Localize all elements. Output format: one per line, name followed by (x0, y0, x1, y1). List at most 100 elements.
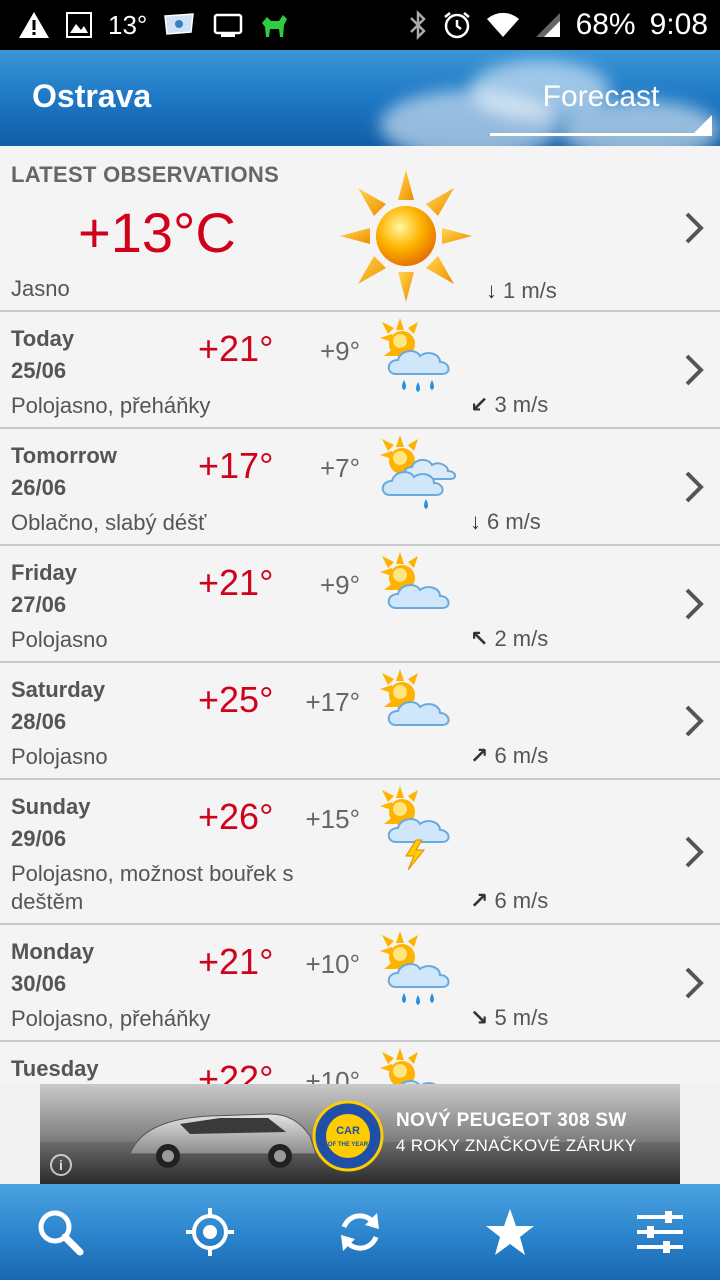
forecast-row-today[interactable]: Today 25/06 Polojasno, přeháňky +21° +9°… (0, 312, 720, 429)
day-condition: Polojasno, přeháňky (11, 393, 211, 418)
bluetooth-icon (408, 10, 428, 40)
star-icon[interactable] (484, 1206, 536, 1258)
chevron-right-icon[interactable] (682, 965, 706, 1001)
day-date: 30/06 (11, 971, 67, 996)
min-temperature: +10° (305, 1066, 360, 1084)
forecast-list[interactable]: LATEST OBSERVATIONS +13°C Jasno ↓ 1 m/s … (0, 146, 720, 1084)
max-temperature: +22° (198, 1058, 274, 1084)
partly-cloudy-rain-icon (374, 929, 462, 1022)
day-date: 28/06 (11, 709, 67, 734)
wind-direction-icon: ↙ (470, 392, 489, 417)
max-temperature: +21° (198, 941, 274, 982)
day-date: 26/06 (11, 475, 67, 500)
day-name: Today (11, 326, 75, 351)
partly-cloudy-rain-icon (374, 316, 462, 409)
dropdown-corner-icon (694, 115, 712, 133)
chevron-right-icon[interactable] (682, 210, 706, 246)
wifi-icon (486, 11, 520, 39)
app-header: Ostrava Forecast (0, 50, 720, 146)
min-temperature: +9° (319, 570, 360, 600)
forecast-row-tuesday[interactable]: Tuesday +22° +10° (0, 1042, 720, 1084)
min-temperature: +7° (319, 453, 360, 483)
location-target-icon[interactable] (184, 1206, 236, 1258)
max-temperature: +21° (198, 562, 274, 603)
wind-speed: 1 m/s (503, 278, 557, 303)
ad-banner[interactable]: CAR OF THE YEAR NOVÝ PEUGEOT 308 SW 4 RO… (40, 1084, 680, 1184)
tab-forecast[interactable]: Forecast (490, 80, 712, 136)
chevron-right-icon[interactable] (682, 352, 706, 388)
bottom-navigation (0, 1184, 720, 1280)
chevron-right-icon[interactable] (682, 469, 706, 505)
partly-cloudy-storm-icon (374, 784, 462, 877)
city-title[interactable]: Ostrava (32, 78, 151, 115)
day-name: Friday (11, 560, 78, 585)
chevron-right-icon[interactable] (682, 703, 706, 739)
min-temperature: +9° (319, 336, 360, 366)
ad-info-icon[interactable]: i (50, 1154, 72, 1176)
ad-subline: 4 ROKY ZNAČKOVÉ ZÁRUKY (396, 1136, 637, 1155)
signal-icon (534, 11, 562, 39)
observations-title: LATEST OBSERVATIONS (11, 162, 280, 187)
current-temperature: +13°C (78, 201, 236, 264)
forecast-row-sunday[interactable]: Sunday 29/06 Polojasno, možnost bouřek s… (0, 780, 720, 925)
max-temperature: +21° (198, 328, 274, 369)
status-bar: 13° 68% 9:08 (0, 0, 720, 50)
day-name: Sunday (11, 794, 91, 819)
alarm-icon (442, 10, 472, 40)
wind: ↘ 5 m/s (470, 1005, 548, 1031)
refresh-icon[interactable] (334, 1206, 386, 1258)
wind-speed: 6 m/s (494, 743, 549, 768)
status-temperature: 13° (108, 9, 148, 40)
wind: ↗ 6 m/s (470, 888, 548, 914)
partly-cloudy-icon (374, 550, 462, 643)
screen-icon (213, 12, 243, 38)
chevron-right-icon[interactable] (682, 586, 706, 622)
sun-icon (338, 168, 474, 309)
wind-speed: 6 m/s (487, 509, 541, 534)
chevron-right-icon[interactable] (682, 834, 706, 870)
max-temperature: +25° (198, 679, 274, 720)
tab-forecast-label: Forecast (542, 80, 660, 113)
max-temperature: +26° (198, 796, 274, 837)
day-name: Monday (11, 939, 95, 964)
latest-observations[interactable]: LATEST OBSERVATIONS +13°C Jasno ↓ 1 m/s (0, 146, 720, 312)
wind-speed: 2 m/s (494, 626, 549, 651)
wind-speed: 6 m/s (494, 888, 549, 913)
wind-direction-icon: ↘ (470, 1005, 489, 1030)
day-name: Saturday (11, 677, 106, 702)
wind-speed: 5 m/s (494, 1005, 549, 1030)
day-condition: Oblačno, slabý déšť (11, 510, 207, 535)
partly-cloudy-icon (374, 667, 462, 760)
animal-app-icon (259, 11, 289, 39)
day-condition: Polojasno, možnost bouřek s deštěm (11, 861, 294, 914)
min-temperature: +15° (305, 804, 360, 834)
flag-icon (163, 12, 197, 38)
wind: ↙ 3 m/s (470, 392, 548, 418)
wind-direction-icon: ↓ (470, 509, 481, 534)
search-icon[interactable] (34, 1206, 86, 1258)
partly-cloudy-icon (374, 1046, 462, 1084)
ad-headline: NOVÝ PEUGEOT 308 SW (396, 1110, 627, 1131)
wind: ↗ 6 m/s (470, 743, 548, 769)
image-icon (66, 12, 92, 38)
settings-sliders-icon[interactable] (634, 1206, 686, 1258)
forecast-row-tomorrow[interactable]: Tomorrow 26/06 Oblačno, slabý déšť +17° … (0, 429, 720, 546)
wind-direction-icon: ↓ (486, 278, 497, 303)
warning-icon (18, 11, 50, 39)
wind: ↓ 6 m/s (470, 509, 541, 535)
car-of-the-year-badge: CAR OF THE YEAR (312, 1100, 384, 1177)
max-temperature: +17° (198, 445, 274, 486)
wind: ↖ 2 m/s (470, 626, 548, 652)
forecast-row-saturday[interactable]: Saturday 28/06 Polojasno +25° +17° ↗ 6 m… (0, 663, 720, 780)
min-temperature: +10° (305, 949, 360, 979)
svg-text:OF THE YEAR: OF THE YEAR (328, 1142, 369, 1148)
wind-direction-icon: ↗ (470, 888, 489, 913)
wind-direction-icon: ↖ (470, 626, 489, 651)
clock: 9:08 (649, 8, 708, 41)
day-condition: Polojasno (11, 744, 108, 769)
forecast-row-monday[interactable]: Monday 30/06 Polojasno, přeháňky +21° +1… (0, 925, 720, 1042)
wind-speed: 3 m/s (494, 392, 549, 417)
day-date: 25/06 (11, 358, 67, 383)
forecast-row-friday[interactable]: Friday 27/06 Polojasno +21° +9° ↖ 2 m/s (0, 546, 720, 663)
day-date: 27/06 (11, 592, 67, 617)
